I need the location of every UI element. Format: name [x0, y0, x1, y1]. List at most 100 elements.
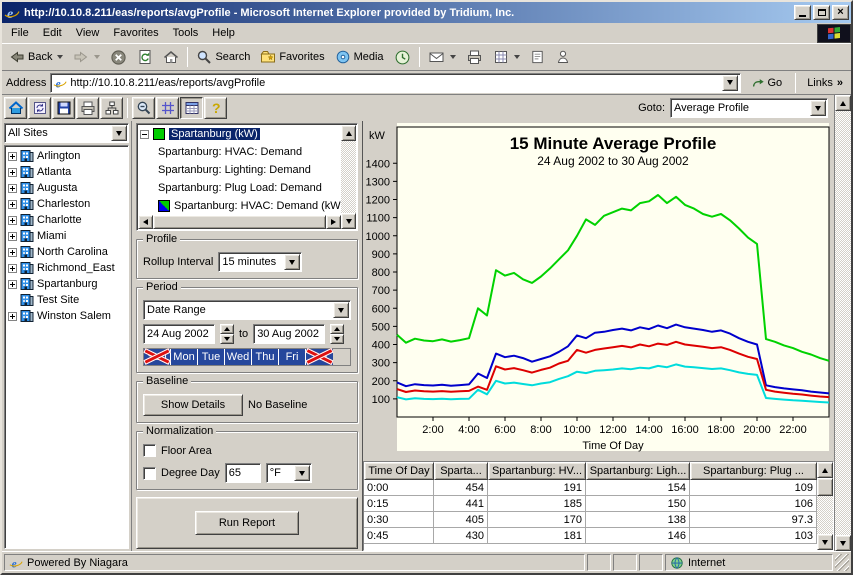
series-list-item[interactable]: Spartanburg: HVAC: Demand: [138, 143, 341, 161]
day-toggle-tue[interactable]: Tue: [198, 349, 225, 365]
goto-select[interactable]: Average Profile: [670, 98, 828, 118]
goto-dropdown-button[interactable]: [810, 100, 826, 116]
history-button[interactable]: [389, 45, 416, 69]
tree-item-augusta[interactable]: Augusta: [5, 180, 128, 196]
run-report-button[interactable]: Run Report: [195, 511, 299, 535]
rollup-dropdown-button[interactable]: [284, 254, 300, 270]
favorites-button[interactable]: Favorites: [255, 45, 329, 69]
collapse-icon[interactable]: [140, 130, 149, 139]
tree-expander-icon[interactable]: [8, 232, 17, 241]
refresh-button[interactable]: [132, 45, 158, 69]
series-list-vscrollbar[interactable]: [341, 125, 356, 229]
table-column-header[interactable]: Spartanburg: Ligh...: [586, 462, 690, 480]
table-row[interactable]: 0:00454191154109: [364, 480, 817, 496]
menu-file[interactable]: File: [4, 25, 36, 41]
menu-help[interactable]: Help: [205, 25, 242, 41]
tree-item-spartanburg[interactable]: Spartanburg: [5, 276, 128, 292]
search-button[interactable]: Search: [191, 45, 255, 69]
tree-item-test-site[interactable]: Test Site: [5, 292, 128, 308]
table-view-button[interactable]: [180, 97, 203, 119]
degree-day-value-input[interactable]: 65: [225, 463, 261, 483]
tree-expander-icon[interactable]: [8, 264, 17, 273]
tree-item-arlington[interactable]: Arlington: [5, 148, 128, 164]
maximize-button[interactable]: [813, 5, 830, 20]
home-button[interactable]: [158, 45, 184, 69]
messenger-button[interactable]: [550, 45, 576, 69]
tree-item-charleston[interactable]: Charleston: [5, 196, 128, 212]
tree-expander-icon[interactable]: [8, 152, 17, 161]
tree-expander-icon[interactable]: [8, 280, 17, 289]
back-button[interactable]: Back: [4, 45, 68, 69]
edit-button[interactable]: [488, 45, 525, 69]
zoom-out-button[interactable]: [132, 97, 155, 119]
grid-toggle-button[interactable]: [156, 97, 179, 119]
site-tree-button[interactable]: [100, 97, 123, 119]
table-row[interactable]: 0:15441185150106: [364, 496, 817, 512]
day-toggle-sat[interactable]: Sat: [306, 349, 333, 365]
site-filter-dropdown-button[interactable]: [111, 125, 127, 141]
forward-button[interactable]: [68, 45, 105, 69]
site-filter-select[interactable]: All Sites: [4, 123, 129, 143]
tree-item-miami[interactable]: Miami: [5, 228, 128, 244]
table-column-header[interactable]: Spartanburg: Plug ...: [690, 462, 817, 480]
start-date-input[interactable]: 24 Aug 2002: [143, 324, 215, 344]
day-toggle-sun[interactable]: Sun: [144, 349, 171, 365]
table-column-header[interactable]: Sparta...: [434, 462, 488, 480]
tree-expander-icon[interactable]: [8, 216, 17, 225]
table-column-header[interactable]: Spartanburg: HV...: [488, 462, 586, 480]
table-row[interactable]: 0:3040517013897.3: [364, 512, 817, 528]
series-list-item[interactable]: Spartanburg: Lighting: Demand: [138, 161, 341, 179]
rollup-interval-select[interactable]: 15 minutes: [218, 252, 302, 272]
show-details-button[interactable]: Show Details: [143, 394, 243, 416]
start-date-spinner[interactable]: [220, 324, 234, 344]
links-button[interactable]: Links »: [803, 77, 847, 89]
end-date-input[interactable]: 30 Aug 2002: [253, 324, 325, 344]
tree-item-winston-salem[interactable]: Winston Salem: [5, 308, 128, 324]
menu-view[interactable]: View: [69, 25, 107, 41]
table-row[interactable]: 0:45430181146103: [364, 528, 817, 544]
close-button[interactable]: ×: [832, 5, 849, 20]
floor-area-checkbox[interactable]: [143, 444, 156, 457]
day-toggle-wed[interactable]: Wed: [225, 349, 252, 365]
forward-dropdown-caret[interactable]: [94, 55, 100, 59]
series-list-item[interactable]: Spartanburg: Plug Load: Demand: [138, 179, 341, 197]
address-input[interactable]: e http://10.10.8.211/eas/reports/avgProf…: [50, 73, 740, 93]
tree-expander-icon[interactable]: [8, 184, 17, 193]
mail-button[interactable]: [423, 45, 461, 69]
period-type-dropdown-button[interactable]: [333, 302, 349, 318]
tree-item-north-carolina[interactable]: North Carolina: [5, 244, 128, 260]
end-date-spinner[interactable]: [330, 324, 344, 344]
print-button[interactable]: [461, 45, 488, 69]
minimize-button[interactable]: [794, 5, 811, 20]
app-print-button[interactable]: [76, 97, 99, 119]
series-list-item[interactable]: Spartanburg (kW): [138, 125, 341, 143]
app-save-button[interactable]: [52, 97, 75, 119]
series-list-item[interactable]: Spartanburg: HVAC: Demand (kW): [138, 197, 341, 215]
period-type-select[interactable]: Date Range: [143, 300, 351, 320]
day-toggle-thu[interactable]: Thu: [252, 349, 279, 365]
table-vscrollbar[interactable]: [817, 462, 833, 550]
menu-edit[interactable]: Edit: [36, 25, 69, 41]
back-dropdown-caret[interactable]: [57, 55, 63, 59]
mail-dropdown-caret[interactable]: [450, 55, 456, 59]
degree-unit-dropdown-button[interactable]: [294, 465, 310, 481]
menu-tools[interactable]: Tools: [166, 25, 206, 41]
address-dropdown-button[interactable]: [722, 75, 738, 91]
help-button[interactable]: ?: [204, 97, 227, 119]
app-refresh-button[interactable]: [28, 97, 51, 119]
tree-expander-icon[interactable]: [8, 200, 17, 209]
degree-day-checkbox[interactable]: [143, 467, 156, 480]
tree-item-charlotte[interactable]: Charlotte: [5, 212, 128, 228]
menu-favorites[interactable]: Favorites: [106, 25, 165, 41]
tree-expander-icon[interactable]: [8, 248, 17, 257]
table-column-header[interactable]: Time Of Day: [364, 462, 434, 480]
degree-unit-select[interactable]: °F: [266, 463, 312, 483]
page-vscrollbar[interactable]: [834, 95, 851, 551]
tree-item-richmond-east[interactable]: Richmond_East: [5, 260, 128, 276]
day-toggle-fri[interactable]: Fri: [279, 349, 306, 365]
media-button[interactable]: Media: [330, 45, 389, 69]
tree-item-atlanta[interactable]: Atlanta: [5, 164, 128, 180]
tree-expander-icon[interactable]: [8, 168, 17, 177]
tree-expander-icon[interactable]: [8, 312, 17, 321]
edit-dropdown-caret[interactable]: [514, 55, 520, 59]
